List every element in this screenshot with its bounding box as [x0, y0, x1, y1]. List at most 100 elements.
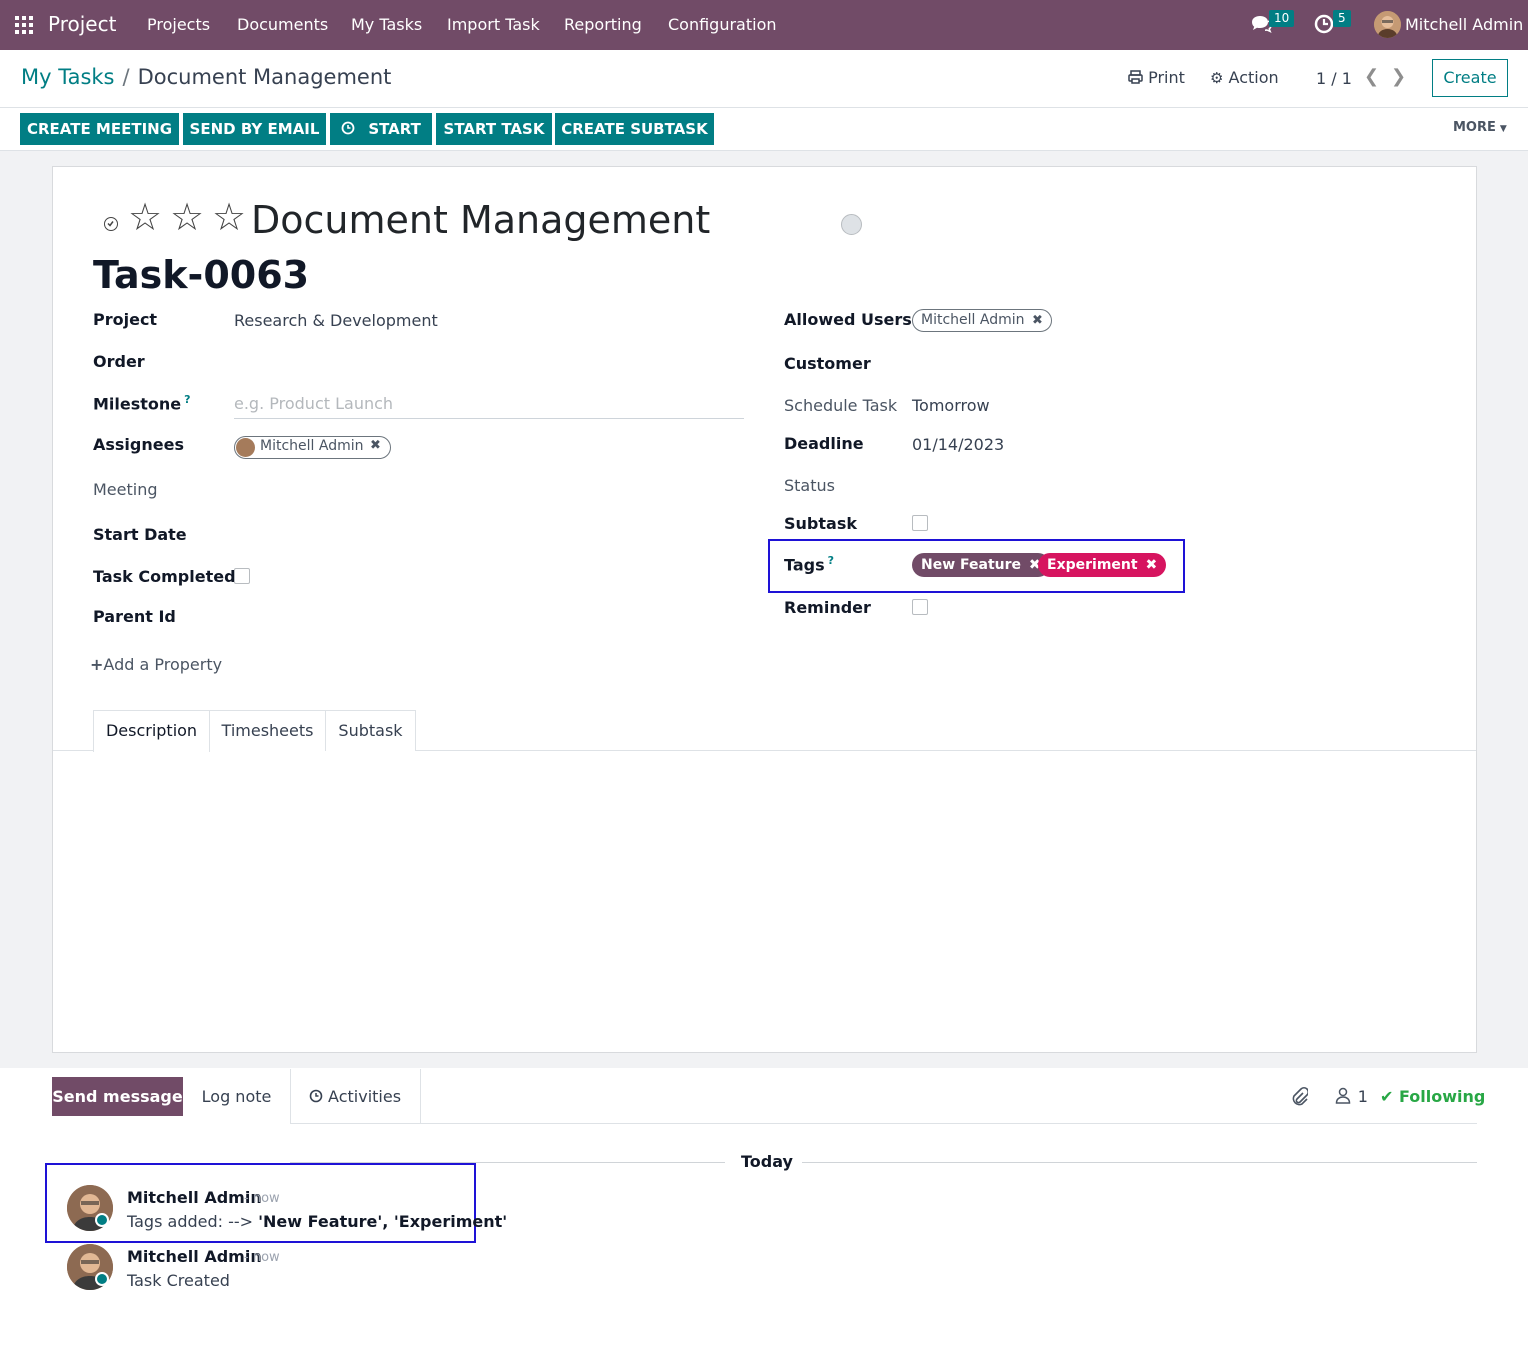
- reminder-checkbox[interactable]: [912, 599, 928, 615]
- send-message-button[interactable]: Send message: [52, 1077, 183, 1116]
- kanban-state-icon[interactable]: [841, 214, 862, 235]
- message-time: - now: [244, 1250, 280, 1265]
- message-author[interactable]: Mitchell Admin: [127, 1188, 262, 1207]
- activities-label: Activities: [328, 1087, 402, 1106]
- print-icon: [1128, 70, 1143, 84]
- project-value[interactable]: Research & Development: [234, 311, 438, 330]
- subtask-label: Subtask: [784, 514, 857, 533]
- followers-count: 1: [1357, 1087, 1368, 1106]
- chevron-right-icon[interactable]: ❯: [1391, 66, 1406, 87]
- chatter-separator: [290, 1069, 291, 1124]
- user-avatar[interactable]: [1374, 11, 1401, 38]
- plus-icon: +: [90, 655, 104, 674]
- add-property-label: Add a Property: [103, 655, 223, 674]
- tab-description[interactable]: Description: [93, 710, 210, 752]
- menu-reporting[interactable]: Reporting: [564, 15, 642, 34]
- tags-help-icon[interactable]: ?: [828, 554, 834, 567]
- check-icon: ✔: [1380, 1087, 1394, 1106]
- allowed-users-label: Allowed Users: [784, 310, 912, 329]
- breadcrumb-my-tasks[interactable]: My Tasks: [21, 65, 115, 89]
- today-divider-right: [802, 1162, 1477, 1163]
- menu-my-tasks[interactable]: My Tasks: [351, 15, 422, 34]
- start-date-label: Start Date: [93, 525, 187, 544]
- schedule-task-value[interactable]: Tomorrow: [912, 396, 990, 415]
- menu-import-task[interactable]: Import Task: [447, 15, 540, 34]
- order-label: Order: [93, 352, 145, 371]
- print-button[interactable]: Print: [1128, 68, 1185, 87]
- message-body: Task Created: [127, 1271, 230, 1290]
- start-task-button[interactable]: START TASK: [436, 113, 552, 145]
- log-note-button[interactable]: Log note: [191, 1077, 282, 1116]
- following-button[interactable]: ✔ Following: [1380, 1087, 1485, 1106]
- remove-icon[interactable]: ✖: [1032, 313, 1043, 328]
- form-sheet: [52, 166, 1477, 1053]
- menu-documents[interactable]: Documents: [237, 15, 328, 34]
- remove-icon[interactable]: ✖: [1145, 557, 1157, 573]
- tag-name: New Feature: [921, 557, 1022, 573]
- tag-chip[interactable]: Experiment ✖: [1038, 553, 1167, 577]
- assignees-label: Assignees: [93, 435, 184, 454]
- action-button[interactable]: ⚙ Action: [1210, 68, 1279, 87]
- milestone-input[interactable]: e.g. Product Launch: [234, 394, 744, 419]
- pager-value[interactable]: 1 / 1: [1316, 69, 1352, 88]
- message-body: Tags added: --> 'New Feature', 'Experime…: [127, 1212, 507, 1231]
- more-dropdown[interactable]: MORE ▼: [1453, 120, 1507, 135]
- task-title[interactable]: Document Management: [251, 198, 710, 242]
- meeting-label: Meeting: [93, 480, 158, 499]
- top-navbar: Project Projects Documents My Tasks Impo…: [0, 0, 1528, 50]
- online-status-icon: [95, 1272, 109, 1286]
- send-by-email-button[interactable]: SEND BY EMAIL: [183, 113, 326, 145]
- tab-timesheets[interactable]: Timesheets: [209, 710, 326, 751]
- assignee-chip[interactable]: Mitchell Admin ✖: [234, 436, 391, 459]
- customer-label: Customer: [784, 354, 871, 373]
- chevron-left-icon[interactable]: ❮: [1364, 66, 1379, 87]
- breadcrumb: My Tasks / Document Management: [21, 65, 391, 89]
- start-button[interactable]: START: [330, 113, 432, 145]
- activities-count-badge: 5: [1333, 10, 1351, 27]
- add-property-button[interactable]: +Add a Property: [90, 655, 222, 674]
- activities-clock-icon[interactable]: [1314, 14, 1334, 38]
- priority-star-icon[interactable]: ☆: [212, 198, 246, 236]
- create-button[interactable]: Create: [1432, 59, 1508, 97]
- milestone-label-text: Milestone: [93, 394, 182, 414]
- menu-configuration[interactable]: Configuration: [668, 15, 777, 34]
- activity-state-icon[interactable]: [104, 217, 118, 231]
- create-meeting-button[interactable]: CREATE MEETING: [20, 113, 179, 145]
- app-name[interactable]: Project: [48, 12, 116, 36]
- chatter-divider: [290, 1123, 1477, 1124]
- tag-chip[interactable]: New Feature ✖: [912, 553, 1050, 577]
- start-label: START: [368, 120, 421, 138]
- activities-button[interactable]: Activities: [296, 1077, 414, 1116]
- tags-label: Tags?: [784, 554, 834, 574]
- task-completed-checkbox[interactable]: [234, 568, 250, 584]
- subtask-checkbox[interactable]: [912, 515, 928, 531]
- tags-label-text: Tags: [784, 555, 825, 575]
- clock-icon: [341, 120, 368, 138]
- menu-projects[interactable]: Projects: [147, 15, 210, 34]
- schedule-task-label: Schedule Task: [784, 396, 898, 415]
- control-panel: My Tasks / Document Management Print ⚙ Act…: [0, 50, 1528, 108]
- reminder-label: Reminder: [784, 598, 871, 617]
- online-status-icon: [95, 1213, 109, 1227]
- priority-star-icon[interactable]: ☆: [170, 198, 204, 236]
- create-subtask-button[interactable]: CREATE SUBTASK: [555, 113, 714, 145]
- remove-icon[interactable]: ✖: [370, 438, 381, 453]
- parent-id-label: Parent Id: [93, 607, 176, 626]
- apps-menu-icon[interactable]: [15, 16, 33, 34]
- allowed-user-name: Mitchell Admin: [921, 312, 1025, 328]
- paperclip-icon[interactable]: [1290, 1086, 1310, 1110]
- user-name[interactable]: Mitchell Admin: [1405, 15, 1523, 34]
- milestone-help-icon[interactable]: ?: [184, 393, 190, 406]
- chatter-separator: [420, 1069, 421, 1124]
- deadline-value[interactable]: 01/14/2023: [912, 435, 1004, 454]
- assignee-name: Mitchell Admin: [260, 438, 364, 454]
- status-action-bar: CREATE MEETING SEND BY EMAIL START START…: [0, 108, 1528, 151]
- tag-name: Experiment: [1047, 557, 1138, 573]
- message-time: - now: [244, 1191, 280, 1206]
- followers-button[interactable]: 1: [1335, 1087, 1368, 1106]
- allowed-user-chip[interactable]: Mitchell Admin ✖: [912, 309, 1052, 332]
- milestone-label: Milestone?: [93, 393, 191, 413]
- priority-star-icon[interactable]: ☆: [128, 198, 162, 236]
- message-author[interactable]: Mitchell Admin: [127, 1247, 262, 1266]
- tab-subtask[interactable]: Subtask: [325, 710, 416, 751]
